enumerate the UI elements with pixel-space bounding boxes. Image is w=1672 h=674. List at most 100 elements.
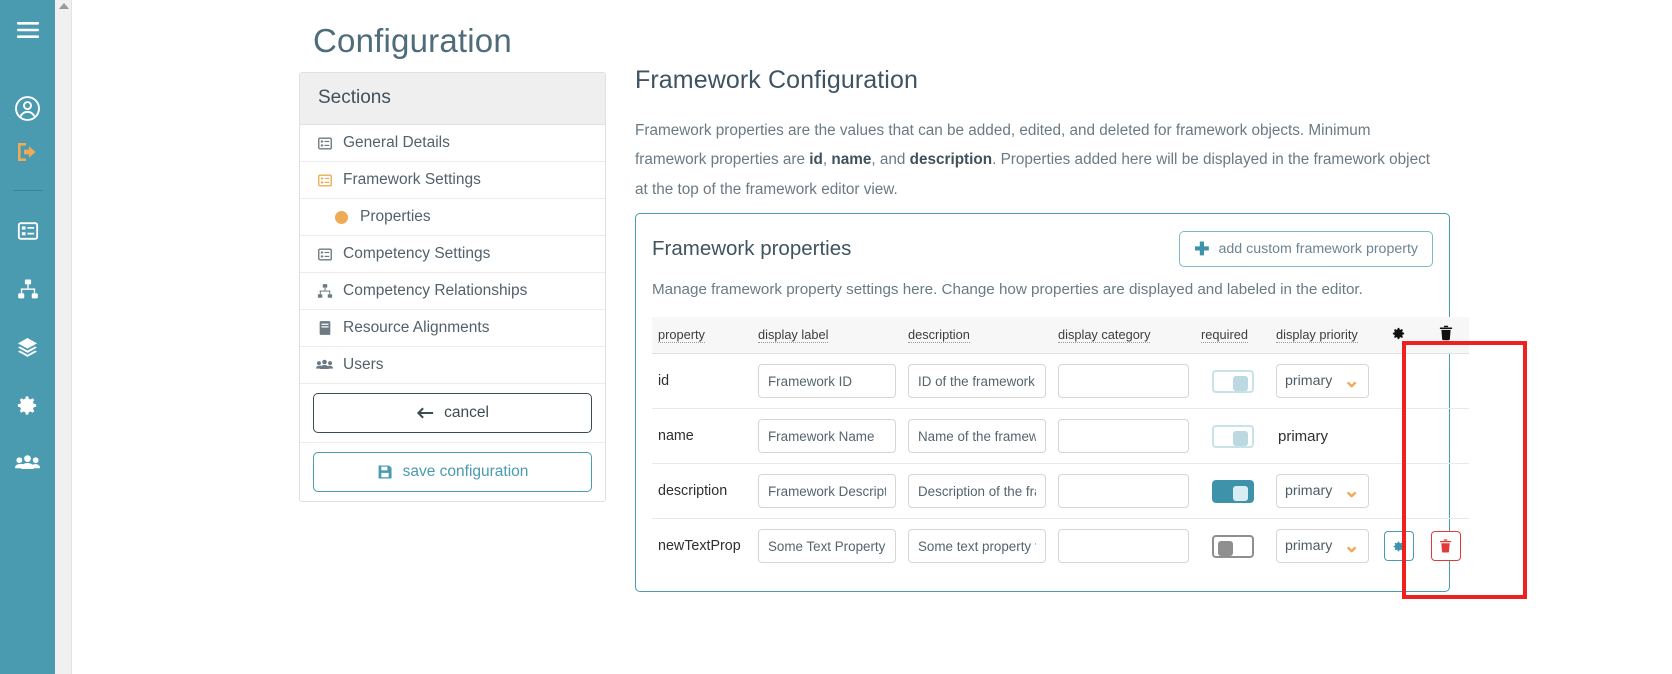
cell-display-priority: primary ⌄ bbox=[1270, 353, 1375, 409]
table-header: property display label description displ… bbox=[652, 317, 1469, 354]
cell-description bbox=[902, 463, 1052, 519]
required-toggle[interactable] bbox=[1211, 369, 1254, 393]
plus-icon: ✚ bbox=[1194, 239, 1210, 259]
sidebar-item-users[interactable]: Users bbox=[300, 347, 605, 384]
sections-header: Sections bbox=[300, 73, 605, 125]
list-details-icon bbox=[316, 246, 333, 263]
rail-divider bbox=[12, 190, 43, 191]
sidebar-item-competency-settings[interactable]: Competency Settings bbox=[300, 236, 605, 273]
sidebar-item-label: Users bbox=[343, 356, 384, 373]
chevron-down-icon: ⌄ bbox=[1343, 370, 1360, 392]
intro-paragraph: Framework properties are the values that… bbox=[635, 116, 1435, 204]
page-scrollbar[interactable] bbox=[55, 0, 72, 674]
cell-description bbox=[902, 519, 1052, 574]
users-icon[interactable] bbox=[0, 441, 55, 485]
cell-display-priority: primary bbox=[1270, 408, 1375, 464]
display-label-input[interactable] bbox=[758, 474, 896, 508]
framework-properties-title: Framework properties bbox=[652, 237, 852, 260]
description-input[interactable] bbox=[908, 474, 1046, 508]
table-header-row: property display label description displ… bbox=[652, 317, 1469, 354]
column-header-settings bbox=[1375, 317, 1422, 354]
row-delete-button[interactable] bbox=[1430, 531, 1461, 561]
cell-delete-action bbox=[1422, 408, 1469, 464]
save-button-row: save configuration bbox=[300, 443, 605, 501]
framework-properties-header: Framework properties ✚ add custom framew… bbox=[652, 231, 1433, 267]
display-label-input[interactable] bbox=[758, 364, 896, 398]
required-toggle[interactable] bbox=[1211, 479, 1254, 503]
cell-delete-action bbox=[1422, 353, 1469, 409]
sidebar-item-label: Resource Alignments bbox=[343, 319, 490, 336]
sidebar-item-label: General Details bbox=[343, 134, 450, 151]
display-label-input[interactable] bbox=[758, 529, 896, 563]
save-configuration-button[interactable]: save configuration bbox=[313, 452, 592, 492]
gear-icon[interactable] bbox=[0, 383, 55, 427]
display-priority-select[interactable]: primary ⌄ bbox=[1276, 529, 1369, 563]
cell-required bbox=[1195, 463, 1270, 519]
sidebar-item-label: Framework Settings bbox=[343, 171, 481, 188]
sidebar-item-resource-alignments[interactable]: Resource Alignments bbox=[300, 310, 605, 347]
cell-property-name: newTextProp bbox=[658, 538, 741, 554]
cell-required bbox=[1195, 519, 1270, 574]
sidebar-item-competency-relationships[interactable]: Competency Relationships bbox=[300, 273, 605, 310]
cell-display-label bbox=[752, 519, 902, 574]
main-panel: Framework Configuration Framework proper… bbox=[635, 66, 1460, 204]
sitemap-icon bbox=[316, 283, 333, 300]
required-toggle[interactable] bbox=[1211, 424, 1254, 448]
cancel-button[interactable]: cancel bbox=[313, 393, 592, 433]
scroll-up-arrow-icon[interactable] bbox=[59, 3, 69, 9]
sitemap-icon[interactable] bbox=[0, 267, 55, 311]
description-input[interactable] bbox=[908, 419, 1046, 453]
logout-icon[interactable] bbox=[0, 130, 55, 174]
chevron-down-icon: ⌄ bbox=[1343, 535, 1360, 557]
sidebar-item-properties[interactable]: Properties bbox=[300, 199, 605, 236]
description-input[interactable] bbox=[908, 364, 1046, 398]
trash-icon bbox=[1439, 325, 1453, 344]
cell-display-category bbox=[1052, 519, 1195, 574]
table-row: id Framework ID ID of the framework prim… bbox=[652, 353, 1469, 409]
required-toggle[interactable] bbox=[1211, 534, 1254, 558]
arrow-left-icon bbox=[416, 406, 434, 420]
cell-display-category bbox=[1052, 408, 1195, 464]
add-custom-framework-property-button[interactable]: ✚ add custom framework property bbox=[1179, 231, 1433, 267]
intro-sep-2: , and bbox=[871, 151, 910, 169]
sidebar-item-framework-settings[interactable]: Framework Settings bbox=[300, 162, 605, 199]
list-details-icon bbox=[316, 172, 333, 189]
cell-settings-action bbox=[1375, 353, 1422, 409]
column-header-property: property bbox=[652, 317, 752, 354]
column-header-display-label: display label bbox=[752, 317, 902, 354]
display-priority-value: primary bbox=[1285, 538, 1333, 554]
description-input[interactable] bbox=[908, 529, 1046, 563]
app-root: Configuration Sections General Details F… bbox=[0, 0, 1672, 674]
floppy-save-icon bbox=[377, 464, 393, 480]
user-account-icon[interactable] bbox=[0, 86, 55, 130]
cell-settings-action bbox=[1375, 463, 1422, 519]
column-header-display-priority: display priority bbox=[1270, 317, 1375, 354]
cell-property-name: id bbox=[652, 353, 752, 409]
book-icon bbox=[316, 320, 333, 337]
display-category-input[interactable] bbox=[1058, 364, 1189, 398]
cell-display-label bbox=[752, 408, 902, 464]
cell-description bbox=[902, 408, 1052, 464]
display-priority-select[interactable]: primary ⌄ bbox=[1276, 364, 1369, 398]
cancel-button-label: cancel bbox=[444, 404, 489, 421]
hamburger-menu-icon[interactable] bbox=[0, 8, 55, 52]
page-title: Configuration bbox=[313, 22, 512, 59]
display-category-input[interactable] bbox=[1058, 474, 1189, 508]
cell-display-label bbox=[752, 463, 902, 519]
display-priority-select[interactable]: primary ⌄ bbox=[1276, 474, 1369, 508]
row-settings-button[interactable] bbox=[1383, 531, 1414, 561]
cancel-button-row: cancel bbox=[300, 384, 605, 443]
add-button-label: add custom framework property bbox=[1218, 241, 1419, 257]
column-header-description: description bbox=[902, 317, 1052, 354]
display-label-input[interactable] bbox=[758, 419, 896, 453]
table-row: name prim bbox=[652, 408, 1469, 464]
list-details-icon[interactable] bbox=[0, 209, 55, 253]
display-category-input[interactable] bbox=[1058, 419, 1189, 453]
sidebar-item-label: Competency Settings bbox=[343, 245, 491, 262]
sidebar-item-general-details[interactable]: General Details bbox=[300, 125, 605, 162]
column-header-required: required bbox=[1195, 317, 1270, 354]
display-category-input[interactable] bbox=[1058, 529, 1189, 563]
layers-icon[interactable] bbox=[0, 325, 55, 369]
page-content: Configuration Sections General Details F… bbox=[72, 0, 1672, 674]
framework-properties-table: property display label description displ… bbox=[652, 317, 1469, 573]
